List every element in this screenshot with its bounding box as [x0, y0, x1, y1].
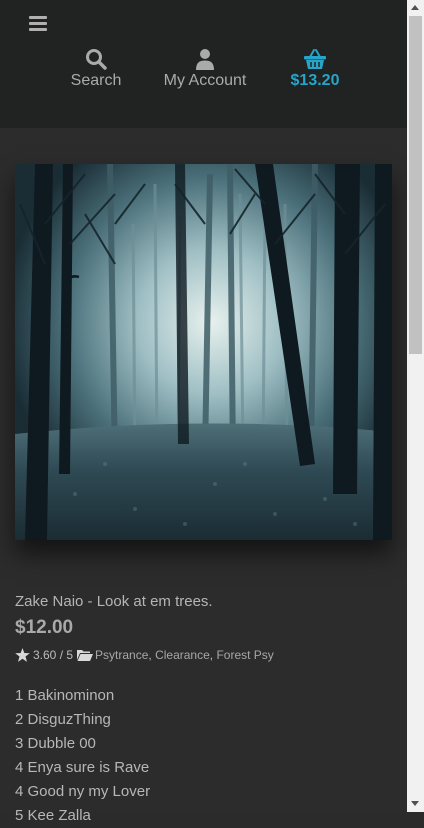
search-label: Search	[70, 72, 122, 89]
product-price: $12.00	[15, 617, 74, 638]
search-nav-button[interactable]: Search	[60, 48, 132, 90]
track-item: 5 Kee Zalla	[15, 807, 91, 824]
product-meta: 3.60 / 5 Psytrance, Clearance, Forest Ps…	[15, 648, 274, 662]
product-title[interactable]: Zake Naio - Look at em trees.	[15, 593, 213, 610]
track-item: 2 DisguzThing	[15, 711, 111, 728]
folder-open-icon	[77, 650, 94, 661]
user-icon	[196, 49, 214, 70]
hamburger-menu-icon[interactable]	[29, 16, 47, 32]
category-link[interactable]: Psytrance	[95, 648, 148, 662]
star-icon	[15, 648, 30, 662]
track-item: 3 Dubble 00	[15, 735, 96, 752]
track-item: 4 Enya sure is Rave	[15, 759, 150, 776]
site-header: Search My Account $13.20	[0, 0, 407, 128]
my-account-label: My Account	[163, 72, 247, 89]
track-item: 1 Bakinominon	[15, 687, 115, 704]
category-link[interactable]: Clearance	[155, 648, 210, 662]
cart-total: $13.20	[290, 72, 340, 89]
shopping-basket-icon	[304, 49, 326, 69]
product-image[interactable]	[15, 163, 392, 540]
track-item: 4 Good ny my Lover	[15, 783, 151, 800]
product-page: Zake Naio - Look at em trees. $12.00 3.6…	[0, 128, 407, 824]
cart-nav-button[interactable]: $13.20	[282, 48, 348, 90]
product-rating: 3.60 / 5	[33, 648, 74, 662]
my-account-nav-button[interactable]: My Account	[155, 48, 255, 90]
page-scrollbar[interactable]	[407, 0, 424, 812]
scrollbar-thumb[interactable]	[409, 16, 422, 354]
category-link[interactable]: Forest Psy	[216, 648, 273, 662]
scroll-up-arrow-icon[interactable]	[411, 5, 419, 10]
scroll-down-arrow-icon[interactable]	[411, 801, 419, 806]
track-list: 1 Bakinominon 2 DisguzThing 3 Dubble 00 …	[15, 684, 150, 828]
search-icon	[86, 49, 107, 70]
forest-image	[15, 163, 392, 540]
